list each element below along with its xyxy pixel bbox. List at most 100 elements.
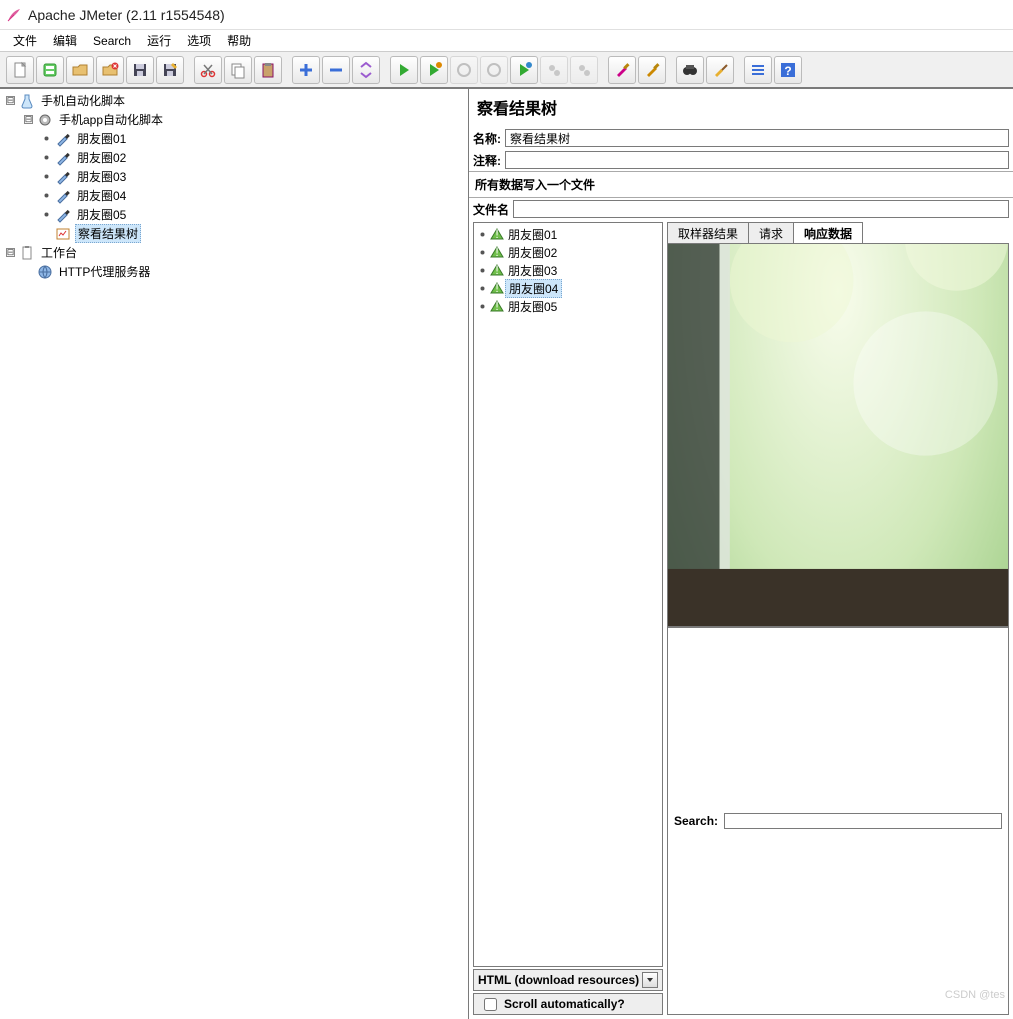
gear-icon	[37, 112, 53, 128]
tree-node-label: 工作台	[39, 244, 79, 261]
svg-text:!: !	[495, 227, 498, 241]
save-as-icon[interactable]	[156, 56, 184, 84]
write-section-label: 所有数据写入一个文件	[469, 171, 1013, 197]
render-dropdown-label: HTML (download resources)	[478, 973, 639, 987]
filename-label: 文件名	[473, 201, 509, 218]
results-panel: 察看结果树 名称: 注释: 所有数据写入一个文件 文件名 !朋友圈01!朋友圈0…	[469, 89, 1013, 1019]
expand-icon[interactable]	[292, 56, 320, 84]
tree-node-label: 朋友圈04	[75, 187, 128, 204]
response-data-content	[667, 244, 1009, 627]
tree-node-label: 朋友圈05	[75, 206, 128, 223]
svg-text:!: !	[495, 281, 498, 295]
test-plan-tree[interactable]: ⊟手机自动化脚本⊟手机app自动化脚本朋友圈01朋友圈02 朋友圈03 朋友圈04 朋…	[0, 89, 469, 1019]
remote-start-all-icon	[540, 56, 568, 84]
response-image	[668, 244, 1008, 626]
result-item[interactable]: ! 朋友圈02	[474, 243, 662, 261]
panel-title: 察看结果树	[469, 89, 1013, 127]
result-item-label: 朋友圈05	[505, 298, 560, 315]
tree-node-label: 手机app自动化脚本	[57, 111, 165, 128]
cut-icon[interactable]	[194, 56, 222, 84]
warning-icon: !	[489, 244, 505, 260]
toolbar: ?	[0, 52, 1013, 88]
start-remote-icon[interactable]	[420, 56, 448, 84]
menu-search[interactable]: Search	[86, 32, 138, 50]
tree-node[interactable]: 朋友圈02	[0, 148, 468, 167]
menu-file[interactable]: 文件	[6, 30, 44, 51]
tree-node-label: 朋友圈03	[75, 168, 128, 185]
menu-edit[interactable]: 编辑	[46, 30, 84, 51]
comment-label: 注释:	[473, 152, 501, 169]
menubar: 文件 编辑 Search 运行 选项 帮助	[0, 30, 1013, 52]
dropper-icon	[55, 169, 71, 185]
function-helper-icon[interactable]	[744, 56, 772, 84]
scroll-checkbox[interactable]	[484, 998, 497, 1011]
search-icon[interactable]	[676, 56, 704, 84]
dropper-icon	[55, 188, 71, 204]
svg-text:?: ?	[784, 64, 791, 78]
result-tabs: 取样器结果请求响应数据	[667, 222, 1009, 244]
dropper-icon	[55, 207, 71, 223]
templates-icon[interactable]	[36, 56, 64, 84]
save-icon[interactable]	[126, 56, 154, 84]
tree-node-label: 察看结果树	[75, 224, 141, 243]
results-tree[interactable]: ! 朋友圈01! 朋友圈02! 朋友圈03! 朋友圈04!朋友圈05	[473, 222, 663, 967]
clear-icon[interactable]	[608, 56, 636, 84]
result-item-label: 朋友圈04	[505, 279, 562, 298]
render-dropdown[interactable]: HTML (download resources)	[473, 969, 663, 991]
tree-node[interactable]: 朋友圈05	[0, 205, 468, 224]
result-item[interactable]: ! 朋友圈03	[474, 261, 662, 279]
search-label: Search:	[674, 814, 718, 828]
result-item-label: 朋友圈01	[505, 226, 560, 243]
start-icon[interactable]	[390, 56, 418, 84]
search-input[interactable]	[724, 813, 1002, 829]
result-item[interactable]: !朋友圈05	[474, 297, 662, 315]
chevron-down-icon[interactable]	[642, 972, 658, 988]
new-icon[interactable]	[6, 56, 34, 84]
tree-node[interactable]: ⊟工作台	[0, 243, 468, 262]
result-item-label: 朋友圈03	[505, 262, 560, 279]
start-no-pause-icon[interactable]	[510, 56, 538, 84]
name-label: 名称:	[473, 130, 501, 147]
warning-icon: !	[489, 262, 505, 278]
warning-icon: !	[489, 226, 505, 242]
filename-input[interactable]	[513, 200, 1009, 218]
open-icon[interactable]	[66, 56, 94, 84]
name-input[interactable]	[505, 129, 1009, 147]
tab-0[interactable]: 取样器结果	[667, 222, 749, 243]
tab-1[interactable]: 请求	[748, 222, 794, 243]
result-item[interactable]: ! 朋友圈01	[474, 225, 662, 243]
comment-input[interactable]	[505, 151, 1009, 169]
clipboard-icon	[19, 245, 35, 261]
tree-node[interactable]: HTTP代理服务器	[0, 262, 468, 281]
tree-node[interactable]: ⊟手机自动化脚本	[0, 91, 468, 110]
result-item-label: 朋友圈02	[505, 244, 560, 261]
toggle-icon[interactable]	[352, 56, 380, 84]
titlebar: Apache JMeter (2.11 r1554548)	[0, 0, 1013, 30]
svg-text:!: !	[495, 245, 498, 259]
close-icon[interactable]	[96, 56, 124, 84]
tree-node[interactable]: ⊟手机app自动化脚本	[0, 110, 468, 129]
paste-icon[interactable]	[254, 56, 282, 84]
remote-stop-all-icon	[570, 56, 598, 84]
result-item[interactable]: ! 朋友圈04	[474, 279, 662, 297]
tree-node[interactable]: 朋友圈01	[0, 129, 468, 148]
scroll-checkbox-row[interactable]: Scroll automatically?	[473, 993, 663, 1015]
tree-node-label: 朋友圈02	[75, 149, 128, 166]
menu-run[interactable]: 运行	[140, 30, 178, 51]
menu-options[interactable]: 选项	[180, 30, 218, 51]
help-icon[interactable]: ?	[774, 56, 802, 84]
reset-search-icon[interactable]	[706, 56, 734, 84]
tree-node[interactable]: 察看结果树	[0, 224, 468, 243]
svg-text:!: !	[495, 263, 498, 277]
stop-icon	[450, 56, 478, 84]
dropper-icon	[55, 131, 71, 147]
clear-all-icon[interactable]	[638, 56, 666, 84]
tab-2[interactable]: 响应数据	[793, 222, 863, 243]
copy-icon[interactable]	[224, 56, 252, 84]
search-bar: Search:	[667, 627, 1009, 1015]
collapse-icon[interactable]	[322, 56, 350, 84]
tree-node[interactable]: 朋友圈04	[0, 186, 468, 205]
menu-help[interactable]: 帮助	[220, 30, 258, 51]
dropper-icon	[55, 150, 71, 166]
tree-node[interactable]: 朋友圈03	[0, 167, 468, 186]
